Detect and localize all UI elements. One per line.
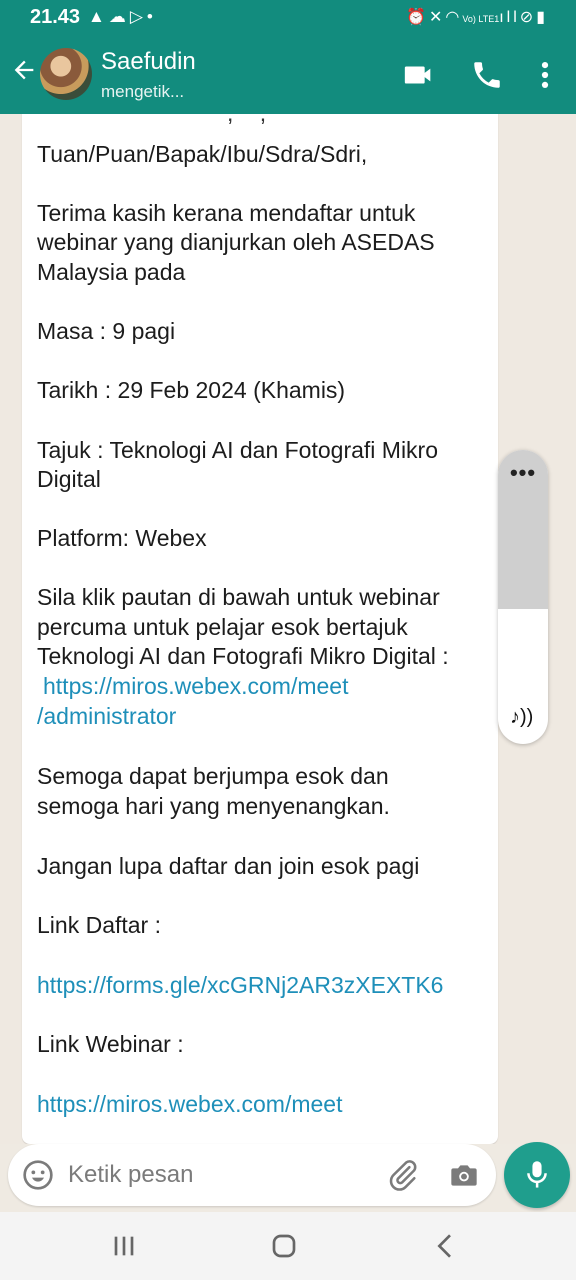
cloud-icon: ☁ xyxy=(108,7,130,26)
message-line: webinar yang dianjurkan oleh ASEDAS xyxy=(37,229,435,255)
message-line: Terima kasih kerana mendaftar untuk xyxy=(37,200,416,226)
message-line: Tajuk : Teknologi AI dan Fotografi Mikro xyxy=(37,437,439,463)
more-vert-icon[interactable] xyxy=(528,58,562,92)
emoji-icon[interactable] xyxy=(22,1159,54,1191)
message-line: Link Webinar : xyxy=(37,1031,184,1057)
message-line: percuma untuk pelajar esok bertajuk xyxy=(37,614,408,640)
mic-button[interactable] xyxy=(504,1142,570,1208)
webex-link-continued[interactable]: /administrator xyxy=(37,703,176,730)
message-line: Digital xyxy=(37,466,101,492)
media-volume-icon[interactable]: ♪)) xyxy=(510,706,533,729)
wifi-icon: ◠ xyxy=(445,9,463,26)
network-label: Vo) LTE1 xyxy=(462,14,500,24)
status-left-icons: ▲☁▷• xyxy=(88,7,157,27)
message-line: Tarikh : 29 Feb 2024 (Khamis) xyxy=(37,377,346,403)
chat-header: Saefudin mengetik... xyxy=(0,38,576,114)
cropped-text-fragment: , , xyxy=(227,114,276,127)
status-right-icons: ⏰✕◠Vo) LTE1ıll⊘▮ xyxy=(406,7,548,27)
message-line: Sila klik pautan di bawah untuk webinar xyxy=(37,584,440,610)
message-line: Semoga dapat berjumpa esok dan xyxy=(37,763,389,789)
battery-icon: ▮ xyxy=(536,9,548,26)
mute-icon: ✕ xyxy=(428,9,446,26)
phone-icon[interactable] xyxy=(470,58,504,92)
home-icon[interactable] xyxy=(266,1230,302,1262)
mic-icon xyxy=(527,1161,547,1188)
more-horiz-icon[interactable]: ••• xyxy=(498,460,548,486)
message-line: semoga hari yang menyenangkan. xyxy=(37,793,390,819)
volume-panel[interactable]: ••• ♪)) xyxy=(498,450,548,744)
message-line: Teknologi AI dan Fotografi Mikro Digital… xyxy=(37,643,449,669)
message-line: Tuan/Puan/Bapak/Ibu/Sdra/Sdri, xyxy=(37,141,368,167)
forms-link[interactable]: https://forms.gle/xcGRNj2AR3zXEXTK6 xyxy=(37,972,443,999)
status-time: 21.43 xyxy=(30,6,81,28)
contact-status: mengetik... xyxy=(101,82,185,101)
dnd-icon: ⊘ xyxy=(519,9,537,26)
message-input[interactable]: Ketik pesan xyxy=(68,1161,193,1189)
message-line: Malaysia pada xyxy=(37,259,186,285)
status-bar: 21.43 ▲☁▷• ⏰✕◠Vo) LTE1ıll⊘▮ xyxy=(0,0,576,38)
dot-icon: • xyxy=(146,7,157,26)
attach-icon[interactable] xyxy=(386,1158,420,1192)
video-call-icon[interactable] xyxy=(402,58,436,92)
contact-name[interactable]: Saefudin xyxy=(101,48,196,76)
message-line: Jangan lupa daftar dan join esok pagi xyxy=(37,853,420,879)
webex-link[interactable]: https://miros.webex.com/meet xyxy=(43,673,349,700)
message-line: Platform: Webex xyxy=(37,525,207,551)
play-icon: ▷ xyxy=(129,7,147,26)
message-composer[interactable]: Ketik pesan xyxy=(8,1144,496,1206)
system-nav-bar xyxy=(0,1212,576,1280)
signal-icon: ıll xyxy=(499,9,520,26)
alarm-icon: ⏰ xyxy=(406,9,429,26)
message-bubble[interactable]: , , Tuan/Puan/Bapak/Ibu/Sdra/Sdri, Terim… xyxy=(22,114,498,1144)
top-bar: 21.43 ▲☁▷• ⏰✕◠Vo) LTE1ıll⊘▮ Saefudin men… xyxy=(0,0,576,114)
message-line: Masa : 9 pagi xyxy=(37,318,176,344)
avatar[interactable] xyxy=(40,48,92,100)
message-line: Link Daftar : xyxy=(37,912,161,938)
alert-icon: ▲ xyxy=(88,7,109,26)
back-icon[interactable] xyxy=(428,1230,464,1262)
back-arrow-icon[interactable] xyxy=(10,56,38,84)
chat-area[interactable]: , , Tuan/Puan/Bapak/Ibu/Sdra/Sdri, Terim… xyxy=(0,114,576,1144)
recent-apps-icon[interactable] xyxy=(106,1230,142,1262)
camera-icon[interactable] xyxy=(448,1159,480,1191)
webex-link-2[interactable]: https://miros.webex.com/meet xyxy=(37,1091,343,1118)
